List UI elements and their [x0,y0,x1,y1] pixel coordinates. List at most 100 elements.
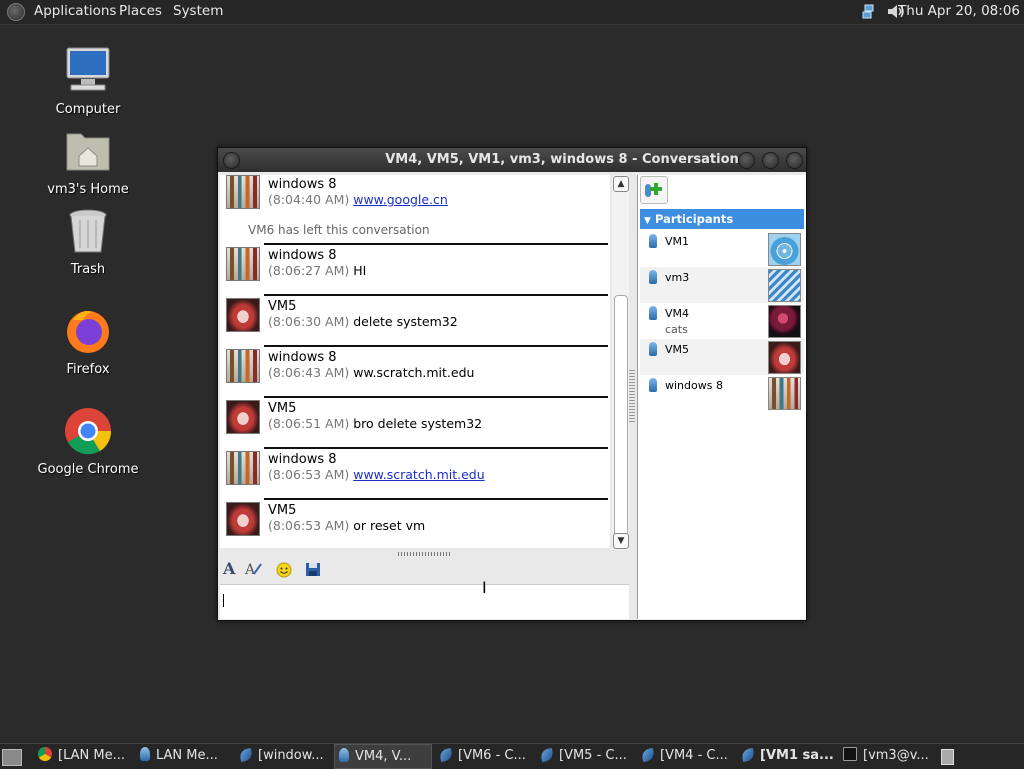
network-icon[interactable] [862,4,876,19]
chat-message: VM5 (8:06:51 AM) bro delete system32 [224,399,608,439]
system-menu[interactable]: System [173,3,223,19]
smiley-icon[interactable] [275,559,293,579]
message-sender: windows 8 [268,452,337,467]
desktop-icon-label: Google Chrome [37,462,139,477]
message-link[interactable]: www.google.cn [353,192,448,207]
desktop-icon-label: Trash [70,262,106,277]
window-titlebar[interactable]: VM4, VM5, VM1, vm3, windows 8 - Conversa… [218,148,806,172]
buddy-status-icon [649,342,657,356]
feather-icon [239,748,253,762]
chat-message: windows 8 (8:06:53 AM) www.scratch.mit.e… [224,450,608,490]
taskbar-item-active[interactable]: VM4, V... [334,744,432,769]
participant-row[interactable]: vm3 [640,267,804,303]
feather-icon [439,748,453,762]
gnome-foot-icon[interactable] [7,3,25,21]
participant-status: cats [665,323,688,336]
buddy-icon [140,747,150,761]
chat-message: windows 8 (8:04:40 AM) www.google.cn [224,175,608,215]
desktop-icon-computer[interactable]: Computer [28,46,148,117]
participant-row[interactable]: VM1 [640,231,804,267]
system-message: VM6 has left this conversation [248,223,430,237]
message-text: or reset vm [353,518,426,533]
computer-icon [66,47,110,91]
taskbar-item[interactable]: [VM6 - C... [439,744,536,769]
participant-row[interactable]: VM4 cats [640,303,804,339]
close-button[interactable] [786,152,803,169]
desktop-icon-home[interactable]: vm3's Home [28,126,148,197]
desktop-icon-label: vm3's Home [47,182,129,197]
participant-name: VM1 [665,235,690,248]
message-sender: windows 8 [268,248,337,263]
participants-header[interactable]: ▼ Participants [640,209,804,229]
scroll-down-icon[interactable]: ▼ [613,533,629,549]
participant-name: VM4 [665,307,690,320]
taskbar-item[interactable]: [LAN Me... [38,744,136,769]
conversation-window[interactable]: VM4, VM5, VM1, vm3, windows 8 - Conversa… [217,147,807,621]
chat-message: VM5 (8:06:53 AM) or reset vm [224,501,608,541]
buddy-status-icon [649,306,657,320]
trash-applet-icon[interactable] [941,749,954,765]
participant-name: vm3 [665,271,690,284]
bottom-taskbar: [LAN Me... LAN Me... [window... VM4, V..… [0,743,1024,769]
taskbar-item[interactable]: [vm3@v... [843,744,935,769]
taskbar-item[interactable]: [VM1 sa... [741,744,838,769]
taskbar-item[interactable]: LAN Me... [140,744,236,769]
places-menu[interactable]: Places [119,3,162,19]
maximize-button[interactable] [762,152,779,169]
save-icon[interactable] [305,559,321,579]
message-time: (8:06:30 AM) [268,314,350,329]
message-time: (8:06:27 AM) [268,263,350,278]
clock[interactable]: Thu Apr 20, 08:06 [898,3,1020,19]
message-separator [264,345,608,347]
participant-row[interactable]: VM5 [640,339,804,375]
participant-avatar [768,305,801,338]
avatar [226,349,260,383]
message-input[interactable] [220,584,629,619]
participant-row[interactable]: windows 8 [640,375,804,411]
buddy-status-icon [649,378,657,392]
chat-history[interactable]: windows 8 (8:04:40 AM) www.google.cn VM6… [220,175,610,548]
input-resize-handle[interactable] [398,552,450,556]
message-time: (8:04:40 AM) [268,192,350,207]
font-icon[interactable]: A [223,559,235,579]
desktop-icon-trash[interactable]: Trash [28,206,148,277]
scrollbar-thumb[interactable] [614,295,628,537]
avatar [226,247,260,281]
text-style-icon[interactable]: A [244,559,264,579]
pane-resize-handle[interactable] [629,370,635,424]
taskbar-item[interactable]: [VM5 - C... [540,744,637,769]
feather-icon [540,748,554,762]
message-separator [264,447,608,449]
buddy-status-icon [649,270,657,284]
taskbar-item[interactable]: [window... [239,744,332,769]
show-desktop-icon[interactable] [2,749,22,766]
desktop-icon-chrome[interactable]: Google Chrome [28,406,148,477]
chat-message: windows 8 (8:06:27 AM) HI [224,246,608,286]
home-folder-icon [66,133,110,171]
message-sender: VM5 [268,503,297,518]
taskbar-item[interactable]: [VM4 - C... [641,744,738,769]
buddy-status-icon [649,234,657,248]
message-separator [264,396,608,398]
applications-menu[interactable]: Applications [34,3,116,19]
firefox-icon [67,311,109,353]
avatar [226,298,260,332]
message-sender: windows 8 [268,350,337,365]
participant-avatar [768,269,801,302]
chrome-icon [65,408,112,455]
feather-icon [641,748,655,762]
add-participant-button[interactable] [640,176,668,204]
message-link[interactable]: www.scratch.mit.edu [353,467,484,482]
message-time: (8:06:53 AM) [268,467,350,482]
participant-name: VM5 [665,343,690,356]
chat-scrollbar[interactable]: ▲ ▼ [612,175,629,550]
message-separator [264,294,608,296]
chrome-icon [38,747,52,761]
avatar [226,451,260,485]
desktop-icon-firefox[interactable]: Firefox [28,306,148,377]
message-separator [264,243,608,245]
scroll-up-icon[interactable]: ▲ [613,176,629,192]
participant-name: windows 8 [665,379,723,392]
minimize-button[interactable] [738,152,755,169]
message-sender: VM5 [268,299,297,314]
